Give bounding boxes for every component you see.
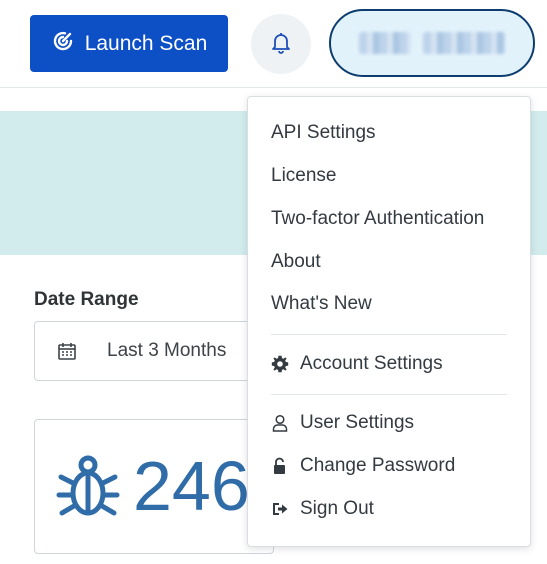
menu-item-label: User Settings xyxy=(300,412,415,433)
menu-divider xyxy=(271,394,507,395)
sign-out-icon xyxy=(271,500,289,518)
notifications-button[interactable] xyxy=(251,14,311,74)
menu-item-label: API Settings xyxy=(271,122,376,143)
calendar-icon xyxy=(57,341,77,361)
menu-item-api-settings[interactable]: API Settings xyxy=(248,114,530,152)
menu-item-sign-out[interactable]: Sign Out xyxy=(248,490,530,528)
bell-icon xyxy=(269,30,293,59)
date-range-label: Date Range xyxy=(34,289,139,310)
menu-item-license[interactable]: License xyxy=(248,157,530,195)
menu-item-label: Account Settings xyxy=(300,353,443,374)
radar-icon xyxy=(51,29,75,59)
unlock-icon xyxy=(271,457,289,475)
menu-item-about[interactable]: About xyxy=(248,243,530,281)
bug-icon xyxy=(56,453,120,519)
launch-scan-button[interactable]: Launch Scan xyxy=(30,15,228,72)
menu-item-label: Sign Out xyxy=(300,498,374,519)
gear-icon xyxy=(271,355,289,373)
menu-item-change-password[interactable]: Change Password xyxy=(248,447,530,485)
user-menu-button[interactable] xyxy=(329,9,535,77)
menu-item-label: What's New xyxy=(271,293,372,314)
user-dropdown-menu: API Settings License Two-factor Authenti… xyxy=(247,96,531,547)
menu-item-whats-new[interactable]: What's New xyxy=(248,285,530,323)
menu-item-user-settings[interactable]: User Settings xyxy=(248,404,530,442)
menu-item-label: License xyxy=(271,165,337,186)
menu-item-account-settings[interactable]: Account Settings xyxy=(248,345,530,383)
top-bar: Launch Scan xyxy=(0,0,547,88)
menu-item-label: Change Password xyxy=(300,455,456,476)
launch-scan-label: Launch Scan xyxy=(84,31,208,55)
menu-item-label: Two-factor Authentication xyxy=(271,208,485,229)
redacted-username xyxy=(359,32,411,54)
vulnerability-count-card[interactable]: 246 xyxy=(34,419,274,554)
date-range-value: Last 3 Months xyxy=(107,340,227,361)
redacted-organization xyxy=(423,32,505,54)
user-icon xyxy=(271,414,289,432)
date-range-select[interactable]: Last 3 Months xyxy=(34,321,274,381)
menu-item-label: About xyxy=(271,251,321,272)
menu-item-two-factor-authentication[interactable]: Two-factor Authentication xyxy=(248,200,530,238)
menu-divider xyxy=(271,334,507,335)
vulnerability-count: 246 xyxy=(133,447,250,525)
